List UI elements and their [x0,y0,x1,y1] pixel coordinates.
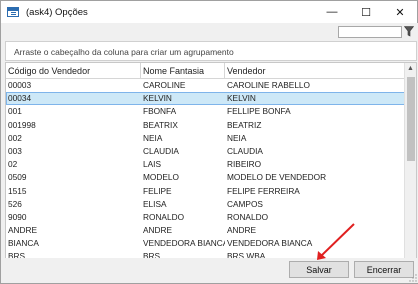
cell-nome-fantasia: KELVIN [143,93,172,104]
title-bar[interactable]: (ask4) Opções — ☐ ✕ [1,1,417,23]
maximize-icon: ☐ [361,6,371,19]
table-row[interactable]: 00003 CAROLINE CAROLINE RABELLO [6,79,406,92]
cell-codigo: 526 [8,198,22,209]
table-row[interactable]: 02 LAIS RIBEIRO [6,158,406,171]
cell-vendedor: VENDEDORA BIANCA [227,238,313,249]
group-by-panel[interactable]: Arraste o cabeçalho da coluna para criar… [5,41,417,61]
cell-codigo: 003 [8,145,22,156]
cell-vendedor: MODELO DE VENDEDOR [227,172,327,183]
table-row[interactable]: ANDRE ANDRE ANDRE [6,224,406,237]
table-row[interactable]: 001998 BEATRIX BEATRIZ [6,119,406,132]
sellers-grid: Código do Vendedor Nome Fantasia Vendedo… [5,62,417,276]
cell-codigo: 02 [8,159,18,170]
cell-vendedor: CLAUDIA [227,145,263,156]
cell-nome-fantasia: NEIA [143,132,163,143]
cell-nome-fantasia: FBONFA [143,106,177,117]
cell-vendedor: RONALDO [227,211,269,222]
column-header-vendedor[interactable]: Vendedor [225,63,406,79]
cell-codigo: 1515 [8,185,27,196]
dialog-footer: Salvar Encerrar [2,258,418,283]
cell-nome-fantasia: FELIPE [143,185,172,196]
cell-codigo: 001 [8,106,22,117]
cell-codigo: 002 [8,132,22,143]
grid-header: Código do Vendedor Nome Fantasia Vendedo… [6,63,406,79]
table-row[interactable]: 526 ELISA CAMPOS [6,198,406,211]
filter-funnel-icon[interactable] [404,26,414,37]
window-app-icon [7,7,19,17]
cell-nome-fantasia: CLAUDIA [143,145,179,156]
cell-nome-fantasia: VENDEDORA BIANCA [143,238,225,249]
table-row[interactable]: BIANCA VENDEDORA BIANCA VENDEDORA BIANCA [6,237,406,250]
cell-codigo: BIANCA [8,238,39,249]
cell-nome-fantasia: ELISA [143,198,167,209]
cell-codigo: 9090 [8,211,27,222]
cell-nome-fantasia: BEATRIX [143,119,178,130]
cell-codigo: 00034 [8,93,32,104]
minimize-icon: — [326,6,338,18]
cell-nome-fantasia: RONALDO [143,211,185,222]
window-title: (ask4) Opções [26,6,88,18]
cell-nome-fantasia: LAIS [143,159,161,170]
scroll-thumb[interactable] [407,77,415,161]
column-header-nome-fantasia[interactable]: Nome Fantasia [141,63,225,79]
table-row[interactable]: 0509 MODELO MODELO DE VENDEDOR [6,171,406,184]
cell-vendedor: CAMPOS [227,198,263,209]
grid-rows: 00003 CAROLINE CAROLINE RABELLO 00034 KELVIN… [6,79,406,264]
cell-nome-fantasia: MODELO [143,172,179,183]
cell-vendedor: NEIA [227,132,247,143]
filter-input[interactable] [338,26,402,38]
save-button[interactable]: Salvar [289,261,349,278]
scroll-up-icon[interactable]: ▲ [405,63,416,75]
cell-vendedor: FELLIPE BONFA [227,106,291,117]
table-row[interactable]: 00034 KELVIN KELVIN [6,92,406,106]
close-button[interactable]: Encerrar [354,261,414,278]
cell-vendedor: ANDRE [227,225,257,236]
table-row[interactable]: 002 NEIA NEIA [6,132,406,145]
minimize-button[interactable]: — [315,1,349,23]
cell-vendedor: FELIPE FERREIRA [227,185,300,196]
cell-vendedor: CAROLINE RABELLO [227,80,310,90]
table-row[interactable]: 1515 FELIPE FELIPE FERREIRA [6,185,406,198]
close-icon: ✕ [395,6,405,19]
table-row[interactable]: 003 CLAUDIA CLAUDIA [6,145,406,158]
cell-vendedor: RIBEIRO [227,159,262,170]
cell-vendedor: KELVIN [227,93,256,104]
cell-vendedor: BEATRIZ [227,119,262,130]
table-row[interactable]: 9090 RONALDO RONALDO [6,211,406,224]
dialog-client-area: Arraste o cabeçalho da coluna para criar… [2,23,418,283]
cell-nome-fantasia: CAROLINE [143,80,186,90]
cell-codigo: 0509 [8,172,27,183]
options-dialog: (ask4) Opções — ☐ ✕ Arraste o cabeçalho … [0,0,418,284]
cell-nome-fantasia: ANDRE [143,225,173,236]
cell-codigo: 00003 [8,80,32,90]
cell-codigo: 001998 [8,119,36,130]
close-window-button[interactable]: ✕ [383,1,417,23]
group-by-hint: Arraste o cabeçalho da coluna para criar… [14,47,234,57]
filter-row [2,23,418,41]
maximize-button[interactable]: ☐ [349,1,383,23]
column-header-codigo[interactable]: Código do Vendedor [6,63,141,79]
vertical-scrollbar[interactable]: ▲ ▼ [404,63,416,275]
cell-codigo: ANDRE [8,225,38,236]
resize-grip-icon[interactable] [409,274,417,282]
table-row[interactable]: 001 FBONFA FELLIPE BONFA [6,105,406,118]
